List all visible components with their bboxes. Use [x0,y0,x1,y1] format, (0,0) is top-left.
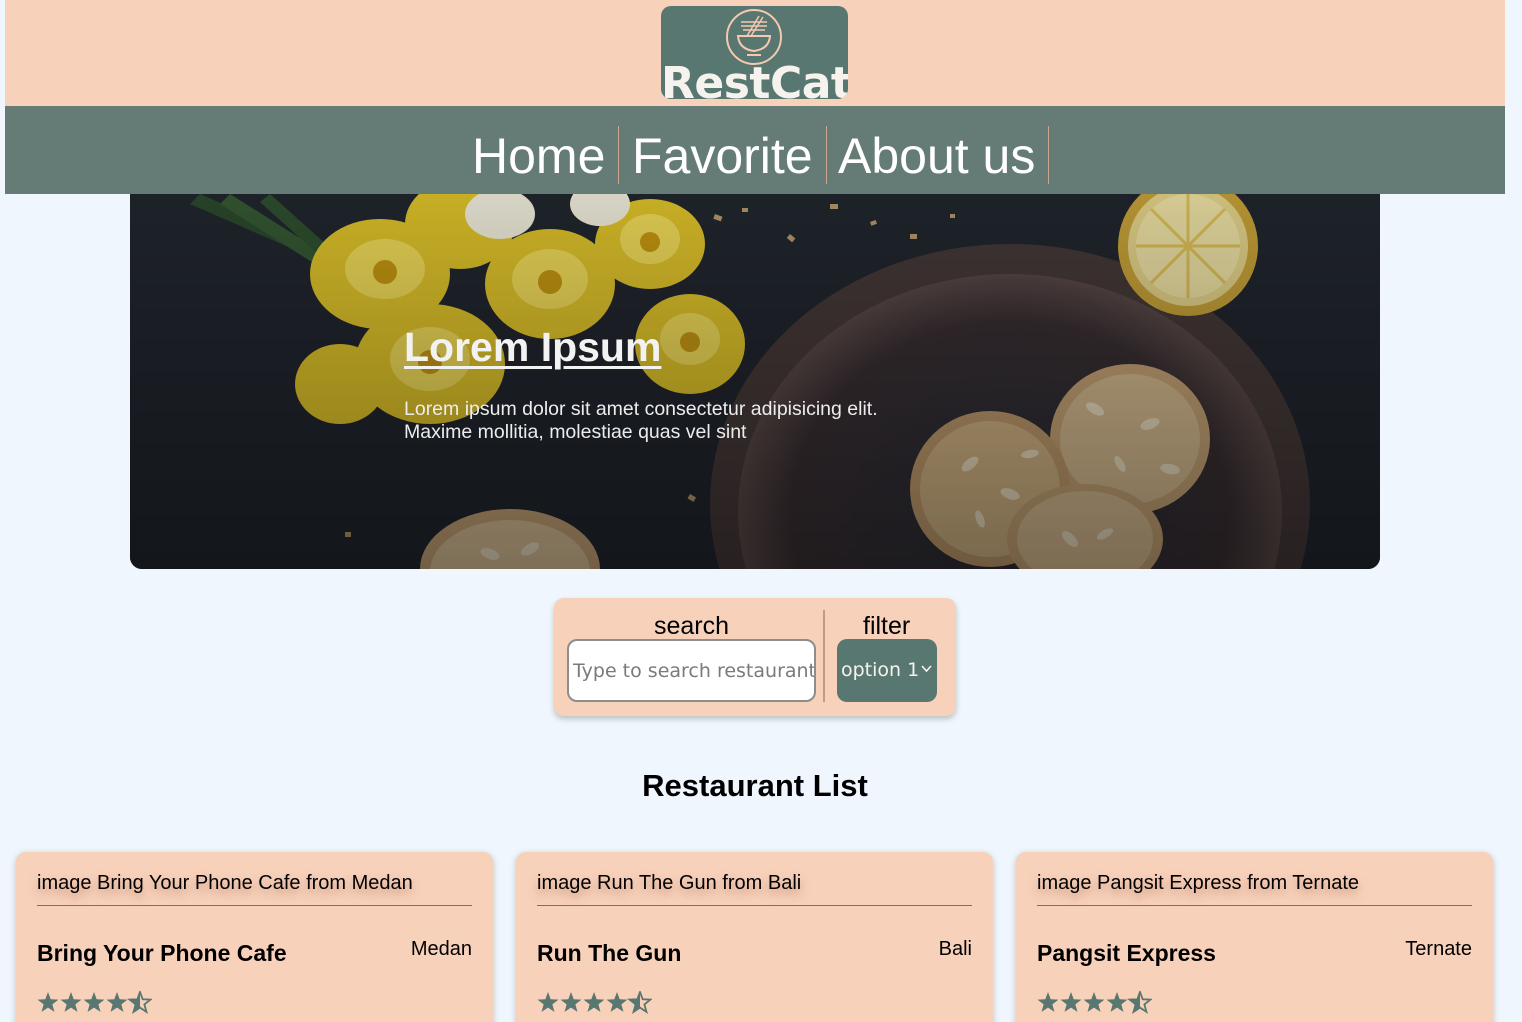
restaurant-image: image Pangsit Express from Ternate [1037,872,1360,894]
star-icon [606,992,628,1012]
nav-item-favorite[interactable]: Favorite [632,127,813,185]
star-icon [60,992,82,1012]
chevron-down-icon [921,665,932,673]
panel-divider [823,610,825,702]
restaurant-image: image Bring Your Phone Cafe from Medan [37,872,413,894]
nav-divider [1048,126,1049,184]
nav-divider [618,126,619,184]
restaurant-card[interactable]: image Run The Gun from Bali Run The Gun … [516,852,993,1022]
card-divider [1037,905,1472,906]
search-filter-panel: search filter option 1 [554,598,956,716]
restaurant-name[interactable]: Pangsit Express [1037,940,1216,967]
logo-text: RestCat [661,58,848,99]
star-icon [560,992,582,1012]
star-icon [583,992,605,1012]
hero-description: Lorem ipsum dolor sit amet consectetur a… [404,398,878,443]
rating-stars [1037,991,1152,1014]
card-divider [37,905,472,906]
restaurant-name[interactable]: Run The Gun [537,940,681,967]
filter-select[interactable]: option 1 [837,639,937,702]
half-star-icon [127,991,152,1014]
rating-stars [537,991,652,1014]
restaurant-city: Ternate [1405,938,1472,960]
restaurant-city: Medan [410,938,472,960]
star-icon [1083,992,1105,1012]
nav-item-about-us[interactable]: About us [838,127,1035,185]
half-star-icon [627,991,652,1014]
card-divider [537,905,972,906]
star-icon [1106,992,1128,1012]
restaurant-image: image Run The Gun from Bali [537,872,802,894]
filter-label: filter [863,612,911,640]
main-nav: Home Favorite About us [5,106,1505,194]
restaurant-name[interactable]: Bring Your Phone Cafe [37,940,287,967]
hero-banner: Lorem Ipsum Lorem ipsum dolor sit amet c… [130,194,1380,569]
hero-background-image [130,194,1380,569]
restaurant-card[interactable]: image Pangsit Express from Ternate Pangs… [1016,852,1493,1022]
star-icon [83,992,105,1012]
filter-selected-value: option 1 [841,659,920,681]
restaurant-list-title: Restaurant List [642,768,868,803]
star-icon [537,992,559,1012]
search-input[interactable] [567,639,816,702]
nav-divider [826,126,827,184]
star-icon [1060,992,1082,1012]
star-icon [1037,992,1059,1012]
rating-stars [37,991,152,1014]
site-header: RestCat [5,0,1505,106]
logo[interactable]: RestCat [661,6,848,99]
hero-title-link[interactable]: Lorem Ipsum [404,324,661,371]
nav-item-home[interactable]: Home [472,127,605,185]
restaurant-card[interactable]: image Bring Your Phone Cafe from Medan B… [16,852,493,1022]
star-icon [37,992,59,1012]
restaurant-city: Bali [938,938,972,960]
search-label: search [654,612,730,640]
half-star-icon [1127,991,1152,1014]
star-icon [106,992,128,1012]
